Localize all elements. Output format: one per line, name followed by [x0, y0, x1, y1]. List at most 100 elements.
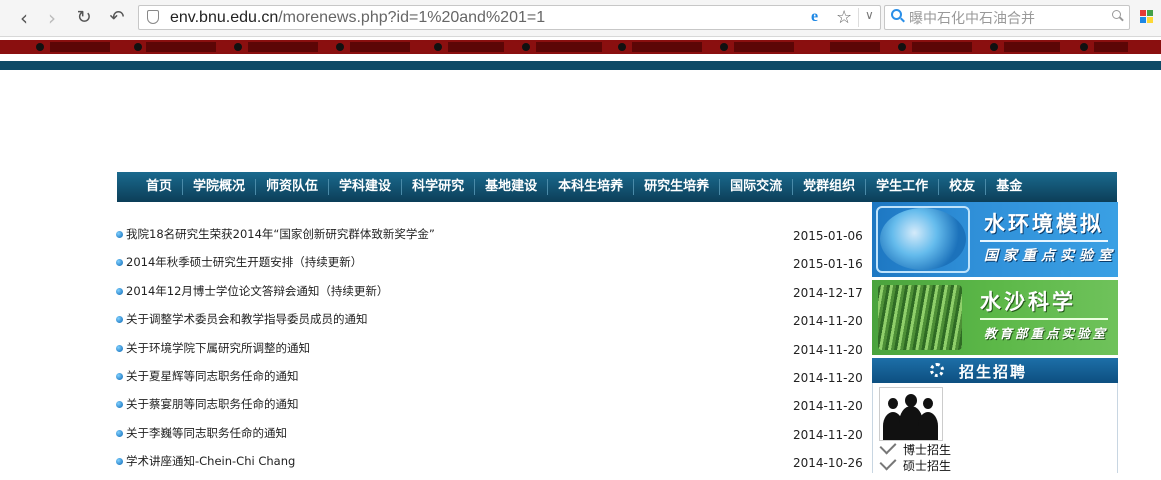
bookmark-item[interactable] — [248, 42, 318, 52]
search-icon[interactable] — [1112, 10, 1121, 19]
bullet-icon — [116, 372, 123, 380]
bookmark-icon[interactable] — [36, 43, 44, 51]
browser-toolbar: ‹ › ↻ ↶ env.bnu.edu.cn/morenews.php?id=1… — [0, 0, 1161, 37]
bookmark-icon[interactable] — [234, 43, 242, 51]
nav-item-students[interactable]: 学生工作 — [866, 179, 940, 195]
address-bar[interactable]: env.bnu.edu.cn/morenews.php?id=1%20and%2… — [138, 5, 881, 30]
star-icon[interactable]: ☆ — [836, 7, 852, 28]
url-text[interactable]: env.bnu.edu.cn/morenews.php?id=1%20and%2… — [170, 9, 545, 27]
bullet-icon — [116, 458, 123, 466]
search-box[interactable]: 曝中石化中石油合并 — [884, 5, 1130, 30]
bookmark-icon[interactable] — [1080, 43, 1088, 51]
banner-frame — [876, 206, 970, 273]
bookmark-icon[interactable] — [720, 43, 728, 51]
bookmark-item[interactable] — [1004, 42, 1060, 52]
news-date: 2014-11-20 — [793, 399, 863, 414]
list-item: 2014年秋季硕士研究生开题安排（持续更新） 2015-01-16 — [116, 252, 866, 280]
search-engine-icon — [891, 9, 902, 20]
bookmark-item[interactable] — [50, 42, 110, 52]
chevron-down-icon[interactable]: ∨ — [865, 8, 874, 22]
nav-item-disciplines[interactable]: 学科建设 — [329, 179, 403, 195]
news-date: 2014-10-26 — [793, 456, 863, 471]
bookmark-item[interactable] — [536, 42, 602, 52]
bullet-icon — [116, 231, 123, 238]
bookmark-bar — [0, 37, 1161, 59]
news-date: 2014-11-20 — [793, 314, 863, 329]
list-item: 我院18名研究生荣获2014年“国家创新研究群体致新奖学金” 2015-01-0… — [116, 224, 866, 252]
bullet-icon — [116, 344, 123, 352]
news-date: 2015-01-06 — [793, 229, 863, 243]
recruit-header: 招生招聘 — [872, 358, 1118, 383]
bullet-icon — [116, 287, 123, 295]
ie-icon[interactable]: e — [811, 9, 827, 25]
bullet-icon — [116, 259, 123, 267]
news-link[interactable]: 2014年12月博士学位论文答辩会通知（持续更新） — [126, 283, 388, 299]
nav-item-undergrad[interactable]: 本科生培养 — [548, 179, 635, 195]
news-date: 2014-11-20 — [793, 427, 863, 442]
nav-item-graduate[interactable]: 研究生培养 — [634, 179, 721, 195]
grass-image — [878, 285, 962, 350]
recycle-icon — [930, 363, 944, 377]
list-item: 关于李巍等同志职务任命的通知 2014-11-20 — [116, 423, 866, 451]
nav-item-home[interactable]: 首页 — [134, 179, 184, 195]
recruit-title: 招生招聘 — [959, 363, 1028, 381]
news-link[interactable]: 关于环境学院下属研究所调整的通知 — [126, 340, 310, 356]
nav-item-fund[interactable]: 基金 — [986, 179, 1032, 195]
bookmark-item[interactable] — [1094, 42, 1128, 52]
news-date: 2014-11-20 — [793, 370, 863, 385]
news-list: 我院18名研究生荣获2014年“国家创新研究群体致新奖学金” 2015-01-0… — [116, 224, 866, 480]
news-date: 2015-01-16 — [793, 257, 863, 272]
bookmark-item[interactable] — [830, 42, 880, 52]
sediment-lab-banner[interactable]: 水沙科学 教育部重点实验室 — [872, 280, 1118, 355]
master-recruit-link[interactable]: 硕士招生 — [879, 453, 951, 474]
water-env-lab-banner[interactable]: 水环境模拟 国家重点实验室 — [872, 202, 1118, 277]
search-input[interactable]: 曝中石化中石油合并 — [909, 8, 1035, 28]
apps-grid-icon[interactable] — [1140, 10, 1154, 24]
check-icon — [879, 453, 897, 471]
bookmark-icon[interactable] — [990, 43, 998, 51]
nav-item-international[interactable]: 国际交流 — [720, 179, 794, 195]
bookmark-item[interactable] — [146, 42, 216, 52]
list-item: 关于夏星辉等同志职务任命的通知 2014-11-20 — [116, 366, 866, 394]
forward-icon[interactable]: › — [40, 6, 64, 30]
bookmark-icon[interactable] — [522, 43, 530, 51]
divider — [980, 240, 1108, 242]
nav-item-about[interactable]: 学院概况 — [183, 179, 257, 195]
news-link[interactable]: 关于调整学术委员会和教学指导委员成员的通知 — [126, 311, 368, 327]
undo-icon[interactable]: ↶ — [105, 6, 129, 30]
bookmark-item[interactable] — [734, 42, 794, 52]
news-date: 2014-11-20 — [793, 342, 863, 357]
bookmark-icon[interactable] — [618, 43, 626, 51]
nav-item-bases[interactable]: 基地建设 — [475, 179, 549, 195]
news-link[interactable]: 关于李巍等同志职务任命的通知 — [126, 425, 287, 441]
back-icon[interactable]: ‹ — [12, 6, 36, 30]
news-link[interactable]: 学术讲座通知-Chein-Chi Chang — [126, 453, 295, 469]
divider — [858, 8, 859, 27]
nav-item-alumni[interactable]: 校友 — [939, 179, 987, 195]
banner-subtitle: 国家重点实验室 — [984, 248, 1117, 264]
list-item: 学术讲座通知-Chein-Chi Chang 2014-10-26 — [116, 451, 866, 479]
bookmark-icon[interactable] — [336, 43, 344, 51]
news-link[interactable]: 我院18名研究生荣获2014年“国家创新研究群体致新奖学金” — [126, 226, 435, 242]
bookmark-icon[interactable] — [134, 43, 142, 51]
news-link[interactable]: 关于夏星辉等同志职务任命的通知 — [126, 368, 299, 384]
divider — [980, 318, 1108, 320]
reload-icon[interactable]: ↻ — [72, 6, 96, 30]
banner-title: 水沙科学 — [980, 289, 1076, 314]
main-nav: 首页 学院概况 师资队伍 学科建设 科学研究 基地建设 本科生培养 研究生培养 … — [117, 172, 1117, 202]
bookmark-icon[interactable] — [898, 43, 906, 51]
bookmark-icon[interactable] — [434, 43, 442, 51]
nav-item-faculty[interactable]: 师资队伍 — [256, 179, 330, 195]
bookmark-item[interactable] — [632, 42, 702, 52]
news-link[interactable]: 2014年秋季硕士研究生开题安排（持续更新） — [126, 254, 362, 270]
bookmark-item[interactable] — [448, 42, 504, 52]
bookmark-item[interactable] — [350, 42, 410, 52]
nav-item-research[interactable]: 科学研究 — [402, 179, 476, 195]
bookmark-item[interactable] — [912, 42, 972, 52]
banner-subtitle: 教育部重点实验室 — [984, 326, 1109, 341]
banner-title: 水环境模拟 — [984, 211, 1104, 236]
nav-item-party[interactable]: 党群组织 — [793, 179, 867, 195]
news-date: 2014-12-17 — [793, 285, 863, 300]
check-icon — [879, 437, 897, 455]
news-link[interactable]: 关于蔡宴朋等同志职务任命的通知 — [126, 396, 299, 412]
